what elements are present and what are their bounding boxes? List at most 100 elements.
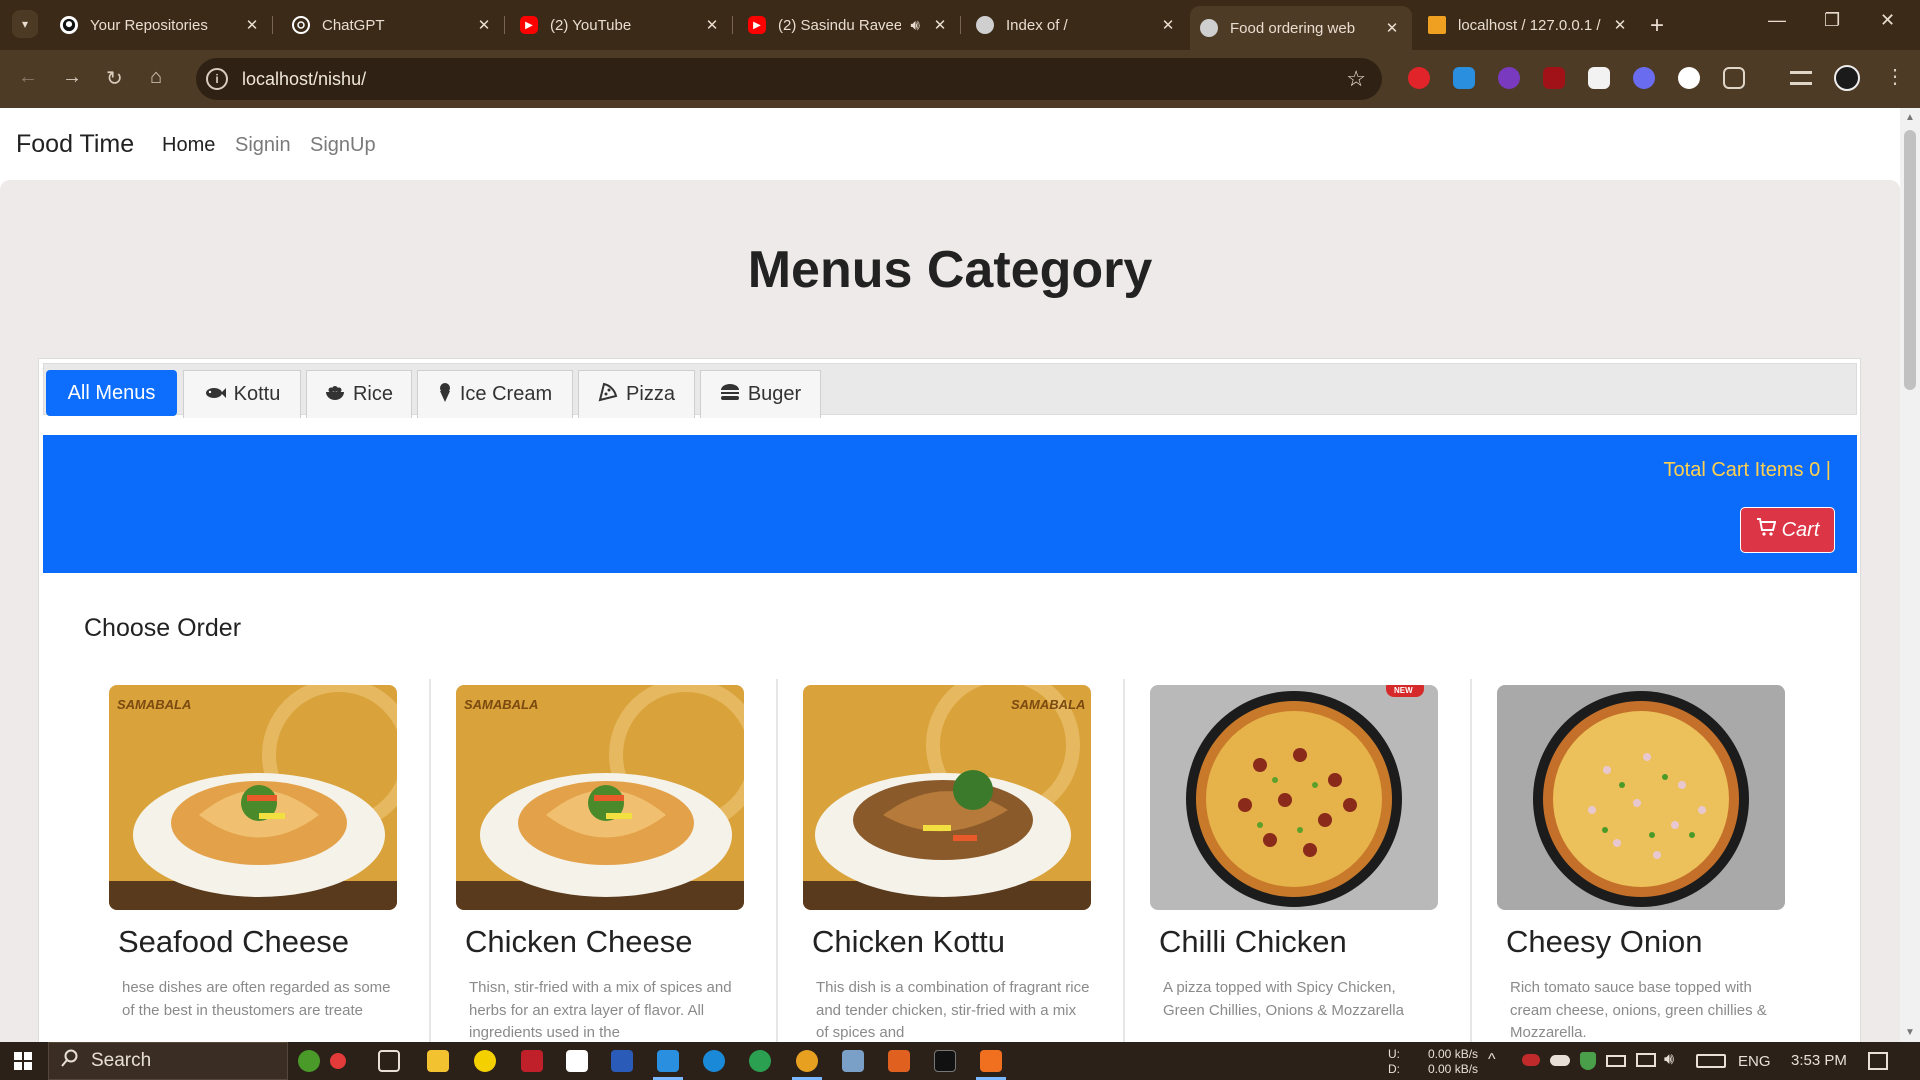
tab-all-menus[interactable]: All Menus <box>46 370 177 416</box>
language-indicator[interactable]: ENG <box>1738 1053 1771 1070</box>
security-shield-icon[interactable] <box>1580 1052 1596 1070</box>
notifications-icon[interactable] <box>1868 1052 1888 1070</box>
media-control-icon[interactable] <box>1790 71 1812 85</box>
minimize-icon[interactable]: — <box>1768 10 1786 31</box>
close-tab-icon[interactable]: ✕ <box>1610 16 1630 34</box>
app-icon[interactable] <box>521 1050 543 1072</box>
vscode-extension-icon[interactable] <box>1453 67 1475 89</box>
tab-label: Kottu <box>233 383 281 405</box>
close-tab-icon[interactable]: ✕ <box>930 16 950 34</box>
food-widget-icon[interactable] <box>330 1053 346 1069</box>
chevron-up-icon[interactable]: ^ <box>1488 1051 1496 1069</box>
chrome-icon[interactable] <box>792 1050 822 1080</box>
github-icon <box>60 16 78 34</box>
extensions-puzzle-icon[interactable] <box>1723 67 1745 89</box>
taskbar-clock[interactable]: 3:53 PM <box>1791 1052 1847 1069</box>
food-image-seafood-cheese[interactable]: SAMABALA <box>109 685 397 910</box>
nav-link-signup[interactable]: SignUp <box>310 134 376 157</box>
back-icon[interactable]: ← <box>18 66 38 89</box>
vscode-icon[interactable] <box>653 1050 683 1080</box>
profile-avatar[interactable] <box>1834 65 1860 91</box>
new-tab-button[interactable]: + <box>1650 12 1664 40</box>
taskbar-search[interactable]: Search <box>48 1042 288 1080</box>
app-icon[interactable] <box>842 1050 864 1072</box>
page-scrollbar[interactable]: ▲ ▼ <box>1900 108 1920 1042</box>
xampp-icon[interactable] <box>976 1050 1006 1080</box>
browser-tab-active[interactable]: Food ordering web ✕ <box>1190 6 1412 50</box>
edge-icon[interactable] <box>749 1050 771 1072</box>
browser-menu-icon[interactable]: ⋮ <box>1885 64 1905 89</box>
windows-start-icon[interactable] <box>14 1052 32 1070</box>
cart-button[interactable]: Cart <box>1740 507 1835 553</box>
image-watermark: SAMABALA <box>1011 697 1085 712</box>
site-brand[interactable]: Food Time <box>16 130 134 159</box>
food-name: Cheesy Onion <box>1506 924 1703 959</box>
browser-tab[interactable]: ChatGPT ✕ <box>282 8 505 42</box>
forward-icon[interactable]: → <box>62 66 82 89</box>
food-widget-icon[interactable] <box>298 1050 320 1072</box>
scrollbar-thumb[interactable] <box>1904 130 1916 390</box>
scroll-up-icon[interactable]: ▲ <box>1905 112 1915 123</box>
browser-tab[interactable]: Your Repositories ✕ <box>50 8 273 42</box>
site-info-icon[interactable]: i <box>206 68 228 90</box>
food-card[interactable]: SAMABALA Chicken Kottu This dish is a co… <box>779 679 1125 1042</box>
tab-pizza[interactable]: Pizza <box>578 370 695 418</box>
bookmark-star-icon[interactable]: ☆ <box>1346 66 1366 92</box>
tab-kottu[interactable]: Kottu <box>183 370 301 418</box>
malwarebytes-extension-icon[interactable] <box>1588 67 1610 89</box>
address-bar[interactable]: i localhost/nishu/ ☆ <box>196 58 1382 100</box>
close-tab-icon[interactable]: ✕ <box>1158 16 1178 34</box>
dev-extension-icon[interactable] <box>1498 67 1520 89</box>
speaker-icon[interactable]: 🔊︎ <box>911 17 920 34</box>
app-icon[interactable] <box>703 1050 725 1072</box>
tab-rice[interactable]: Rice <box>306 370 412 418</box>
extension-icon[interactable] <box>1633 67 1655 89</box>
volume-icon[interactable]: 🔊︎ <box>1664 1051 1674 1069</box>
food-card[interactable]: NEW Chilli Chicken A pizza topped with S… <box>1126 679 1472 1042</box>
home-icon[interactable]: ⌂ <box>150 66 162 89</box>
food-card[interactable]: SAMABALA Chicken Cheese Thisn, stir-frie… <box>432 679 778 1042</box>
browser-tab[interactable]: Index of / ✕ <box>966 8 1188 42</box>
keyboard-icon[interactable] <box>1696 1054 1726 1068</box>
food-card[interactable]: Cheesy Onion Rich tomato sauce base topp… <box>1473 679 1819 1042</box>
browser-tab[interactable]: ▶ (2) YouTube ✕ <box>510 8 733 42</box>
onedrive-icon[interactable] <box>1550 1055 1570 1066</box>
food-image-chicken-kottu[interactable]: SAMABALA <box>803 685 1091 910</box>
app-icon[interactable] <box>474 1050 496 1072</box>
app-icon[interactable] <box>888 1050 910 1072</box>
browser-tab[interactable]: ▶ (2) Sasindu Ravee 🔊︎ ✕ <box>738 8 961 42</box>
notion-icon[interactable] <box>566 1050 588 1072</box>
tab-buger[interactable]: Buger <box>700 370 821 418</box>
cart-icon <box>1756 518 1776 542</box>
nav-link-signin[interactable]: Signin <box>235 134 291 157</box>
food-image-cheesy-onion[interactable] <box>1497 685 1785 910</box>
food-image-chicken-cheese[interactable]: SAMABALA <box>456 685 744 910</box>
file-explorer-icon[interactable] <box>427 1050 449 1072</box>
food-card[interactable]: SAMABALA Seafood Cheese hese dishes are … <box>85 679 431 1042</box>
tray-app-icon[interactable] <box>1522 1054 1540 1066</box>
battery-icon[interactable] <box>1606 1055 1626 1067</box>
reload-icon[interactable]: ↻ <box>106 66 123 91</box>
url-text[interactable]: localhost/nishu/ <box>242 69 366 90</box>
terminal-icon[interactable] <box>934 1050 956 1072</box>
network-icon[interactable] <box>1636 1053 1656 1067</box>
restore-icon[interactable]: ❐ <box>1824 10 1840 31</box>
extension-icon[interactable] <box>1678 67 1700 89</box>
food-image-chilli-chicken[interactable]: NEW <box>1150 685 1438 910</box>
tab-search-button[interactable]: ▾ <box>12 10 38 38</box>
nav-link-home[interactable]: Home <box>162 134 215 157</box>
adblock-extension-icon[interactable] <box>1408 67 1430 89</box>
close-tab-icon[interactable]: ✕ <box>702 16 722 34</box>
word-icon[interactable] <box>611 1050 633 1072</box>
browser-tab[interactable]: localhost / 127.0.0.1 / ✕ <box>1418 8 1640 42</box>
scroll-down-icon[interactable]: ▼ <box>1905 1027 1915 1038</box>
close-window-icon[interactable]: ✕ <box>1880 10 1895 31</box>
task-view-icon[interactable] <box>378 1050 400 1072</box>
close-tab-icon[interactable]: ✕ <box>1382 19 1402 37</box>
section-title: Choose Order <box>84 614 242 642</box>
site-navbar: Food Time Home Signin SignUp <box>0 108 1900 180</box>
tab-ice-cream[interactable]: Ice Cream <box>417 370 573 418</box>
ublock-extension-icon[interactable] <box>1543 67 1565 89</box>
close-tab-icon[interactable]: ✕ <box>474 16 494 34</box>
close-tab-icon[interactable]: ✕ <box>242 16 262 34</box>
